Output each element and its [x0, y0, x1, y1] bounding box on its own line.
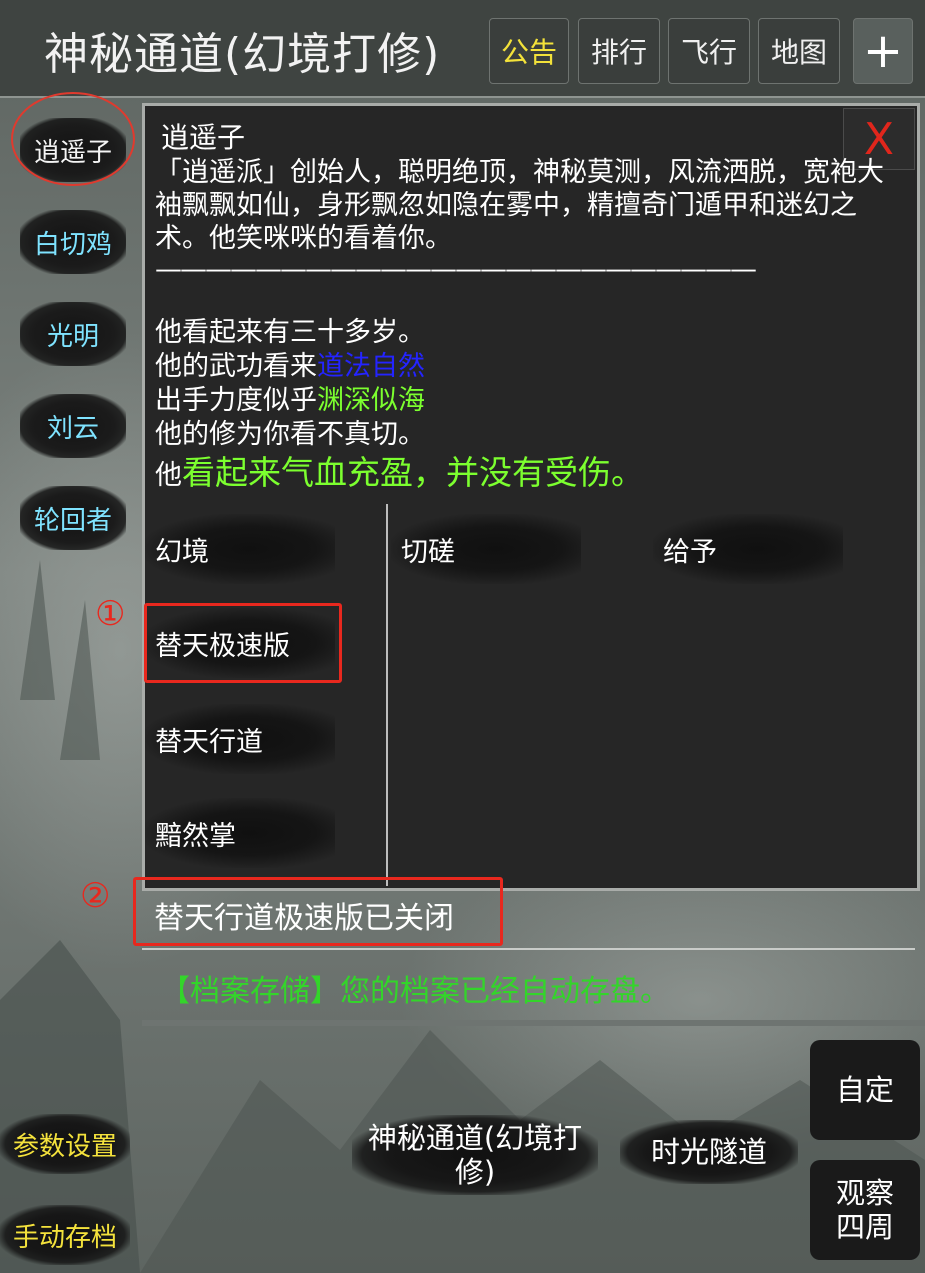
separator-rule: ———————————————————————— — [155, 254, 757, 285]
health-value: 看起来气血充盈，并没有受伤。 — [182, 453, 644, 492]
location-title: 神秘通道(幻境打修) — [44, 29, 441, 80]
notice-button[interactable]: 公告 — [489, 18, 569, 84]
skill-button-titian[interactable]: 替天行道 — [145, 704, 335, 774]
manual-save-button[interactable]: 手动存档 — [0, 1205, 130, 1265]
message-separator — [142, 948, 915, 950]
action-button-give[interactable]: 给予 — [653, 514, 843, 584]
observe-button[interactable]: 观察四周 — [810, 1160, 920, 1260]
skill-button-anranzhang[interactable]: 黯然掌 — [145, 798, 335, 868]
map-button[interactable]: 地图 — [758, 18, 840, 84]
system-message: 替天行道极速版已关闭 — [154, 901, 454, 936]
custom-button[interactable]: 自定 — [810, 1040, 920, 1140]
plus-icon[interactable]: + — [853, 18, 913, 84]
npc-button-baiqieji[interactable]: 白切鸡 — [20, 210, 126, 274]
npc-button-liuyun[interactable]: 刘云 — [20, 394, 126, 458]
npc-info-dialog: X 逍遥子 「逍遥派」创始人，聪明绝顶，神秘莫测，风流洒脱，宽袍大袖飘飘如仙，身… — [142, 103, 920, 891]
fly-button[interactable]: 飞行 — [668, 18, 750, 84]
health-prefix: 他 — [155, 460, 182, 491]
skill-column-divider — [386, 504, 388, 886]
npc-description: 「逍遥派」创始人，聪明绝顶，神秘莫测，风流洒脱，宽袍大袖飘飘如仙，身形飘忽如隐在… — [155, 157, 884, 254]
npc-button-lunhuizhe[interactable]: 轮回者 — [20, 486, 126, 550]
action-button-spar[interactable]: 切磋 — [391, 514, 581, 584]
bottom-divider — [142, 1020, 925, 1026]
rank-button[interactable]: 排行 — [578, 18, 660, 84]
location-button[interactable]: 神秘通道(幻境打修) — [352, 1115, 598, 1195]
npc-health-line: 他看起来气血充盈，并没有受伤。 — [155, 446, 644, 494]
top-header: 神秘通道(幻境打修) 公告 排行 飞行 地图 + — [0, 0, 925, 98]
npc-button-guangming[interactable]: 光明 — [20, 302, 126, 366]
annotation-number-2: ② — [80, 876, 111, 916]
npc-name: 逍遥子 — [161, 121, 246, 154]
skill-button-huanjing[interactable]: 幻境 — [145, 514, 335, 584]
autosave-message: 【档案存储】您的档案已经自动存盘。 — [160, 974, 670, 1009]
settings-button[interactable]: 参数设置 — [0, 1114, 130, 1174]
highlight-box-1 — [144, 603, 342, 683]
time-tunnel-button[interactable]: 时光隧道 — [620, 1120, 798, 1184]
annotation-number-1: ① — [95, 594, 126, 634]
selection-circle-annotation — [11, 92, 135, 186]
